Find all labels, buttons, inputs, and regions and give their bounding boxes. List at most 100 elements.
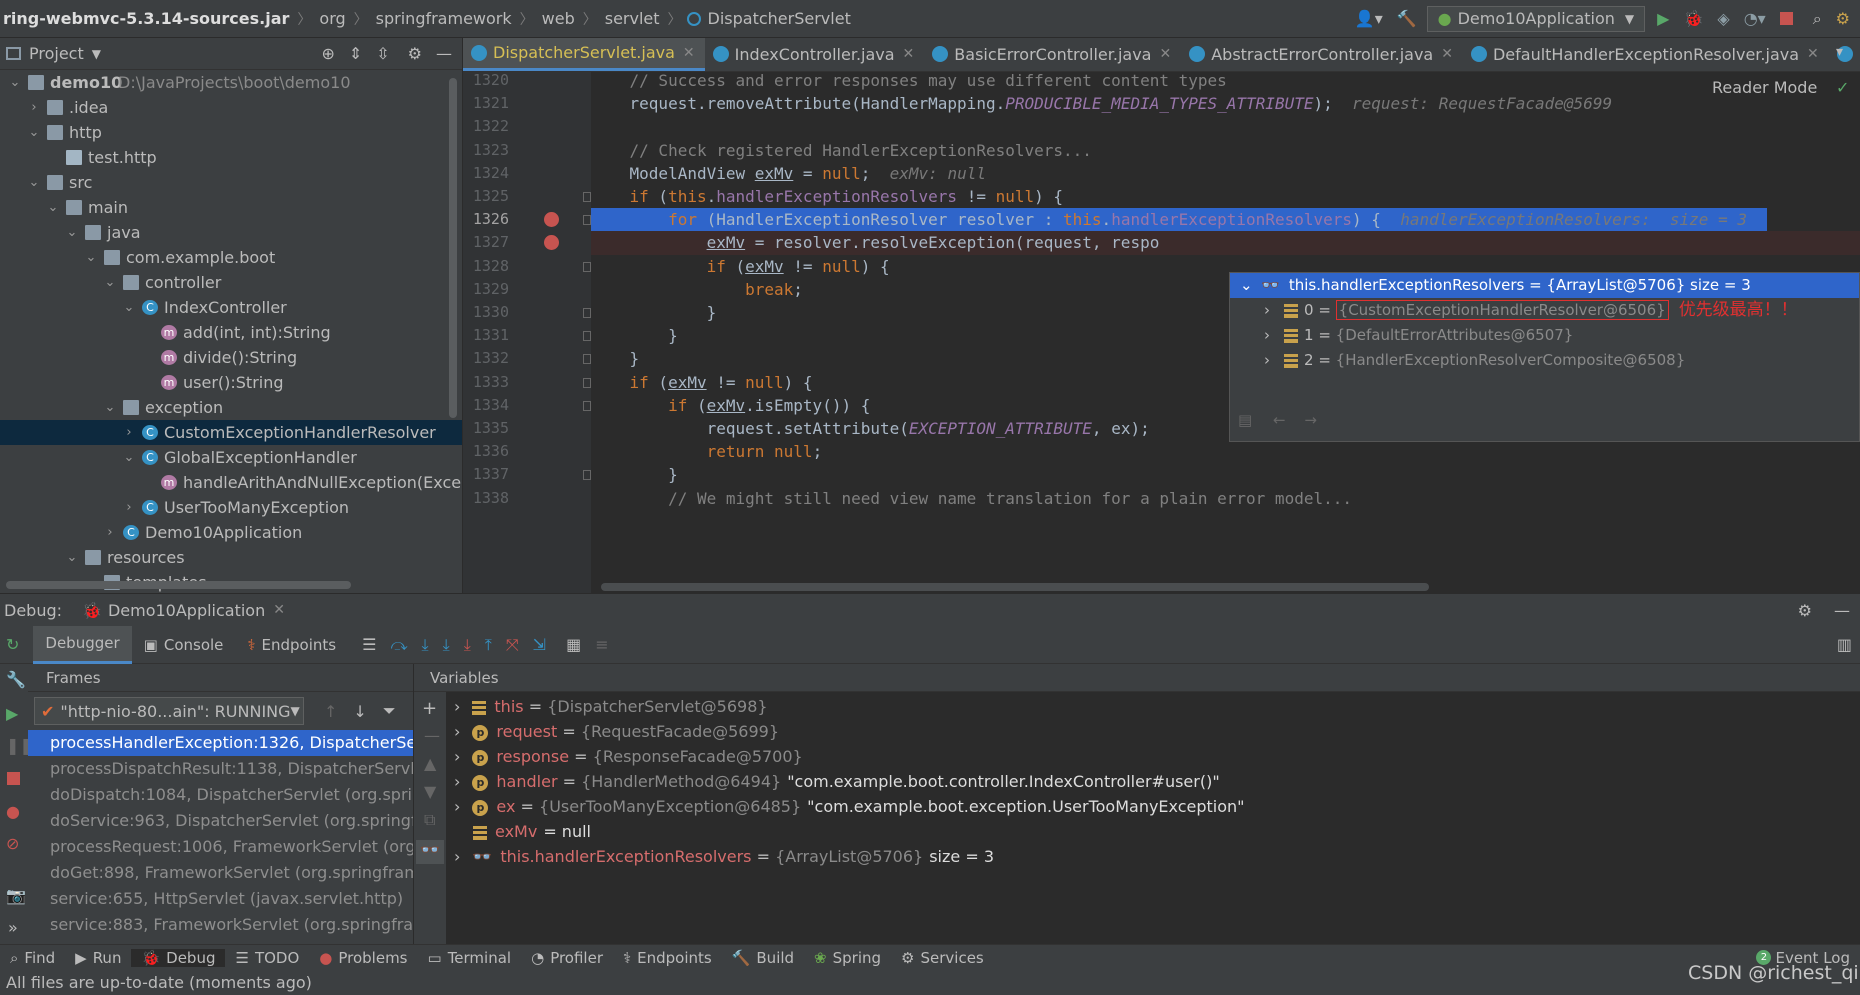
- fold-marker-icon[interactable]: [583, 377, 591, 388]
- evaluate-icon[interactable]: ▦: [566, 635, 581, 654]
- tree-node[interactable]: › C UserTooManyException: [0, 495, 462, 520]
- chevron-down-icon[interactable]: ⌄: [65, 220, 79, 245]
- tool-window-button[interactable]: ▭ Terminal: [418, 949, 522, 967]
- chevron-right-icon[interactable]: ›: [122, 495, 136, 520]
- variable-row[interactable]: › p response = {ResponseFacade@5700}: [454, 744, 803, 769]
- tree-node[interactable]: m add(int, int):String: [0, 320, 462, 345]
- tree-node[interactable]: m user():String: [0, 370, 462, 395]
- chevron-right-icon[interactable]: ›: [454, 772, 460, 791]
- code-line[interactable]: exMv = resolver.resolveException(request…: [591, 231, 1860, 255]
- mute-breakpoints-icon[interactable]: ⊘: [6, 834, 19, 853]
- view-breakpoints-icon[interactable]: ●: [6, 802, 20, 821]
- watches-glasses-icon[interactable]: 👓: [416, 840, 444, 864]
- tool-window-button[interactable]: ◔ Profiler: [521, 949, 613, 967]
- tool-window-button[interactable]: ● Problems: [309, 949, 417, 967]
- fold-marker-icon[interactable]: [583, 215, 591, 226]
- forward-arrow-icon[interactable]: →: [1304, 411, 1317, 429]
- copy-icon[interactable]: ⧉: [424, 810, 435, 830]
- chevron-down-icon[interactable]: ⌄: [122, 295, 136, 320]
- tree-node[interactable]: ⌄ controller: [0, 270, 462, 295]
- add-watch-icon[interactable]: +: [422, 698, 437, 719]
- fold-marker-icon[interactable]: [583, 261, 591, 272]
- tree-node[interactable]: ⌄ com.example.boot: [0, 245, 462, 270]
- rerun-icon[interactable]: ↻: [6, 635, 19, 654]
- wrench-icon[interactable]: 🔧: [6, 670, 26, 689]
- fold-marker-icon[interactable]: [583, 308, 591, 318]
- coverage-icon[interactable]: ◈: [1717, 9, 1729, 28]
- popup-item[interactable]: › 0 = {CustomExceptionHandlerResolver@650…: [1230, 298, 1859, 323]
- fold-marker-icon[interactable]: [583, 192, 591, 202]
- chevron-right-icon[interactable]: ›: [1264, 326, 1270, 344]
- close-icon[interactable]: ✕: [683, 45, 695, 61]
- breakpoint-icon[interactable]: [544, 235, 559, 251]
- project-title[interactable]: Project: [29, 44, 84, 63]
- layout-icon[interactable]: ☰: [362, 635, 376, 654]
- chevron-down-icon[interactable]: ▼: [92, 47, 101, 61]
- tabs-dropdown-icon[interactable]: ▾: [1836, 44, 1843, 60]
- fold-marker-icon[interactable]: [583, 470, 591, 481]
- editor-tab[interactable]: IndexController.java ✕: [705, 38, 925, 71]
- up-arrow-icon[interactable]: ↑: [324, 702, 337, 721]
- fold-marker-icon[interactable]: [583, 354, 591, 365]
- tree-node[interactable]: test.http: [0, 145, 462, 170]
- chevron-down-icon[interactable]: ⌄: [65, 545, 79, 570]
- chevron-right-icon[interactable]: ›: [454, 797, 460, 816]
- chevron-down-icon[interactable]: ⌄: [103, 270, 117, 295]
- resume-icon[interactable]: ▶: [6, 704, 18, 723]
- tree-node[interactable]: › .idea: [0, 95, 462, 120]
- stack-frame[interactable]: processRequest:1006, FrameworkServlet (o…: [28, 834, 413, 860]
- breakpoint-icon[interactable]: [544, 212, 559, 228]
- tree-node[interactable]: ⌄ C GlobalExceptionHandler: [0, 445, 462, 470]
- close-icon[interactable]: ✕: [903, 46, 915, 62]
- code-line[interactable]: return null;: [591, 440, 1860, 463]
- chevron-down-icon[interactable]: ⌄: [1240, 276, 1253, 294]
- profiler-icon[interactable]: ◔▾: [1744, 9, 1766, 28]
- tool-window-button[interactable]: ▶ Run: [65, 949, 131, 967]
- user-icon[interactable]: 👤▾: [1355, 9, 1383, 28]
- gear-icon[interactable]: ⚙: [1798, 601, 1812, 620]
- step-over-icon[interactable]: ⤓: [422, 635, 429, 655]
- tree-node[interactable]: ⌄ java: [0, 220, 462, 245]
- variable-row[interactable]: › p handler = {HandlerMethod@6494} "com.exa…: [454, 769, 1220, 794]
- code-line[interactable]: // Success and error responses may use d…: [591, 72, 1860, 92]
- debug-tab[interactable]: ⚕ Endpoints: [235, 626, 348, 664]
- tree-node[interactable]: m divide():String: [0, 345, 462, 370]
- variable-row[interactable]: › p ex = {UserTooManyException@6485} "com.e…: [454, 794, 1245, 819]
- trace-icon[interactable]: ≡: [595, 635, 608, 654]
- minimize-icon[interactable]: —: [1834, 601, 1850, 620]
- gear-icon[interactable]: ⚙: [408, 44, 422, 63]
- tree-node[interactable]: ⌄ resources: [0, 545, 462, 570]
- stack-frame[interactable]: service:655, HttpServlet (javax.servlet.…: [28, 886, 413, 912]
- editor-tab[interactable]: DispatcherServlet.java ✕: [463, 38, 705, 71]
- step-into-icon[interactable]: ⤓: [443, 635, 450, 655]
- back-arrow-icon[interactable]: ←: [1273, 411, 1286, 429]
- popup-item[interactable]: › 2 = {HandlerExceptionResolverComposite@…: [1230, 348, 1859, 373]
- tool-window-button[interactable]: ⚙ Services: [891, 949, 994, 967]
- stop-icon[interactable]: [1779, 12, 1793, 25]
- chevron-down-icon[interactable]: ⌄: [27, 120, 41, 145]
- fold-marker-icon[interactable]: [583, 400, 591, 411]
- run-config-selector[interactable]: ● Demo10Application ▼: [1426, 5, 1646, 32]
- breadcrumb-item[interactable]: springframework: [373, 9, 515, 28]
- chevron-right-icon[interactable]: ›: [27, 95, 41, 120]
- breadcrumb-item[interactable]: ring-webmvc-5.3.14-sources.jar: [0, 9, 292, 28]
- collapse-all-icon[interactable]: ⇳: [376, 44, 389, 63]
- tree-h-scrollbar[interactable]: [6, 581, 351, 589]
- chevron-right-icon[interactable]: ›: [1264, 351, 1270, 369]
- show-execution-point-icon[interactable]: ⤼: [390, 635, 407, 655]
- drop-frame-icon[interactable]: ⤧: [506, 635, 519, 655]
- locate-icon[interactable]: ⊕: [321, 44, 334, 63]
- tree-node[interactable]: ⌄ src: [0, 170, 462, 195]
- popup-item[interactable]: › 1 = {DefaultErrorAttributes@6507}: [1230, 323, 1859, 348]
- tree-node[interactable]: ⌄ http: [0, 120, 462, 145]
- chevron-right-icon[interactable]: ›: [1264, 301, 1270, 319]
- build-hammer-icon[interactable]: 🔨: [1397, 9, 1417, 28]
- editor-tab[interactable]: AbstractErrorController.java ✕: [1181, 38, 1463, 71]
- chevron-right-icon[interactable]: ›: [454, 697, 460, 716]
- variable-row[interactable]: › 👓 this.handlerExceptionResolvers = {Arra…: [454, 844, 994, 869]
- chevron-right-icon[interactable]: ›: [454, 747, 460, 766]
- tree-node[interactable]: m handleArithAndNullException(Exce: [0, 470, 462, 495]
- move-up-icon[interactable]: ▲: [424, 754, 436, 773]
- debug-icon[interactable]: 🐞: [1683, 9, 1703, 28]
- variable-row[interactable]: › p request = {RequestFacade@5699}: [454, 719, 779, 744]
